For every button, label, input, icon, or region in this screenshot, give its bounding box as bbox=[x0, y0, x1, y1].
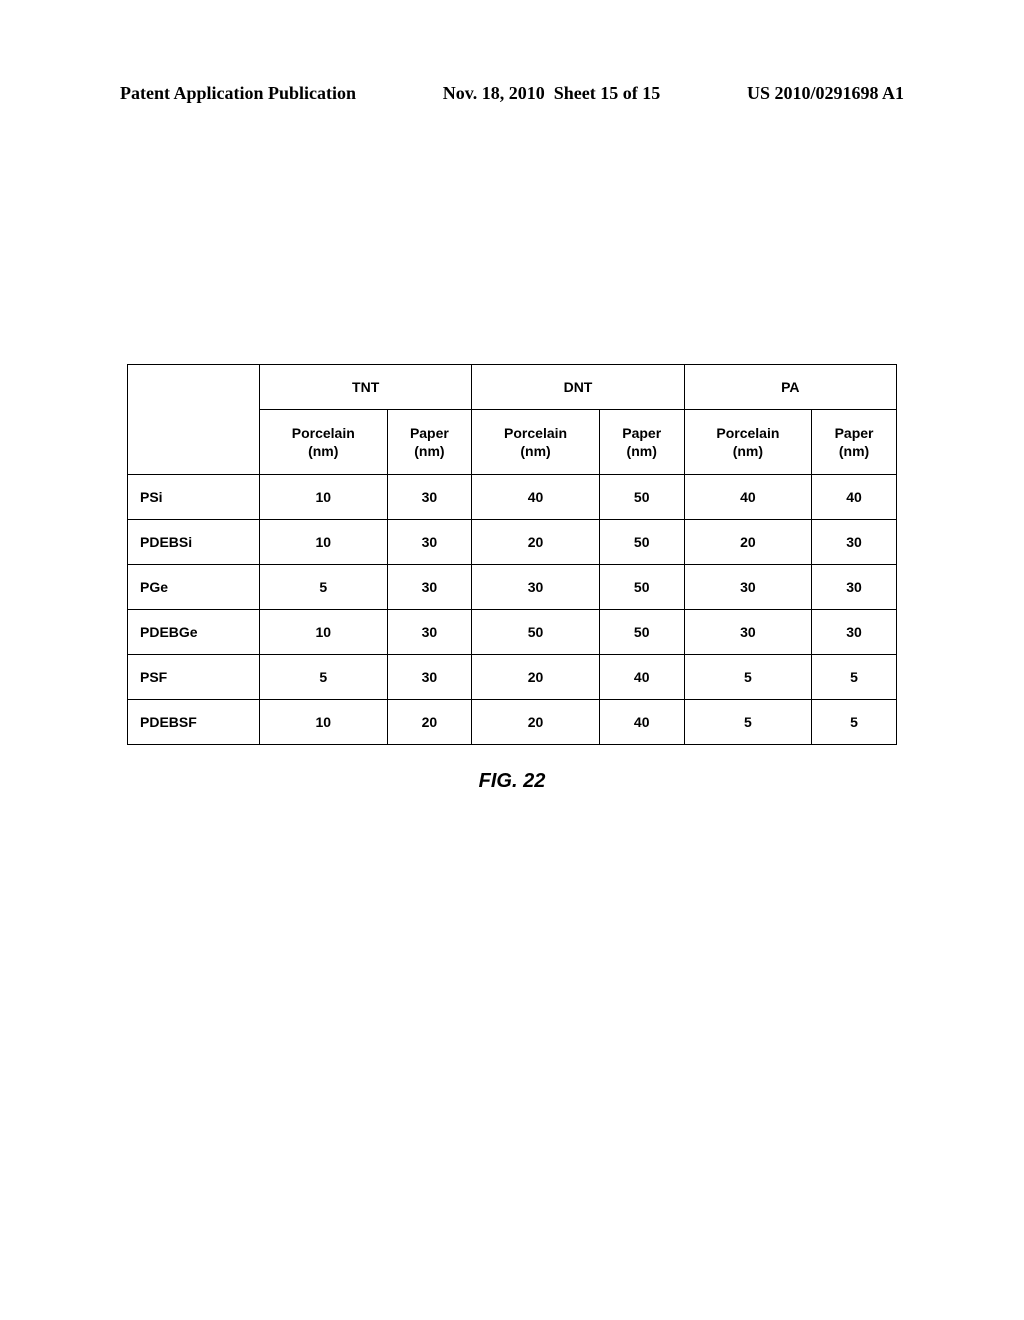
table-cell: 50 bbox=[472, 610, 600, 655]
table-cell: 30 bbox=[387, 475, 472, 520]
table-row: PGe 5 30 30 50 30 30 bbox=[128, 565, 897, 610]
table-cell: 50 bbox=[599, 520, 684, 565]
table-cell: 20 bbox=[387, 700, 472, 745]
table-cell: 40 bbox=[472, 475, 600, 520]
figure-caption: FIG. 22 bbox=[0, 770, 1024, 793]
table-cell: 10 bbox=[260, 700, 388, 745]
table-cell: 40 bbox=[599, 655, 684, 700]
table-cell: 40 bbox=[684, 475, 812, 520]
table-cell: 30 bbox=[812, 610, 897, 655]
sub-header-3: Paper(nm) bbox=[599, 410, 684, 475]
table-row: PSi 10 30 40 50 40 40 bbox=[128, 475, 897, 520]
data-table: TNT DNT PA Porcelain(nm) Paper(nm) Porce… bbox=[127, 364, 897, 745]
table-row: PDEBSi 10 30 20 50 20 30 bbox=[128, 520, 897, 565]
table-cell: 20 bbox=[472, 520, 600, 565]
table-cell: 30 bbox=[684, 610, 812, 655]
table-cell: 40 bbox=[599, 700, 684, 745]
table-cell: 5 bbox=[684, 655, 812, 700]
table-cell: 30 bbox=[812, 565, 897, 610]
row-label: PSi bbox=[128, 475, 260, 520]
table-cell: 30 bbox=[387, 610, 472, 655]
table-row: PSF 5 30 20 40 5 5 bbox=[128, 655, 897, 700]
table-cell: 20 bbox=[684, 520, 812, 565]
sub-header-5: Paper(nm) bbox=[812, 410, 897, 475]
date-text: Nov. 18, 2010 bbox=[443, 83, 545, 103]
table-cell: 30 bbox=[387, 565, 472, 610]
publication-type: Patent Application Publication bbox=[120, 83, 356, 104]
table-cell: 10 bbox=[260, 520, 388, 565]
row-label-header-blank bbox=[128, 365, 260, 475]
table-group-header-row: TNT DNT PA bbox=[128, 365, 897, 410]
table-cell: 30 bbox=[684, 565, 812, 610]
table-cell: 20 bbox=[472, 700, 600, 745]
row-label: PDEBGe bbox=[128, 610, 260, 655]
publication-date: Nov. 18, 2010 Sheet 15 of 15 bbox=[443, 83, 661, 104]
table-row: PDEBSF 10 20 20 40 5 5 bbox=[128, 700, 897, 745]
row-label: PDEBSi bbox=[128, 520, 260, 565]
group-header-pa: PA bbox=[684, 365, 896, 410]
table-cell: 30 bbox=[812, 520, 897, 565]
table-row: PDEBGe 10 30 50 50 30 30 bbox=[128, 610, 897, 655]
table-cell: 5 bbox=[812, 700, 897, 745]
table-cell: 50 bbox=[599, 565, 684, 610]
table-cell: 50 bbox=[599, 475, 684, 520]
table-cell: 30 bbox=[387, 655, 472, 700]
row-label: PGe bbox=[128, 565, 260, 610]
group-header-dnt: DNT bbox=[472, 365, 684, 410]
row-label: PSF bbox=[128, 655, 260, 700]
sheet-text: Sheet 15 of 15 bbox=[554, 83, 661, 103]
page-header: Patent Application Publication Nov. 18, … bbox=[0, 83, 1024, 104]
table-cell: 5 bbox=[812, 655, 897, 700]
table-cell: 10 bbox=[260, 475, 388, 520]
sub-header-2: Porcelain(nm) bbox=[472, 410, 600, 475]
table-cell: 5 bbox=[684, 700, 812, 745]
table-cell: 5 bbox=[260, 655, 388, 700]
table-cell: 30 bbox=[387, 520, 472, 565]
publication-number: US 2010/0291698 A1 bbox=[747, 83, 904, 104]
table-cell: 20 bbox=[472, 655, 600, 700]
sub-header-1: Paper(nm) bbox=[387, 410, 472, 475]
table-cell: 10 bbox=[260, 610, 388, 655]
row-label: PDEBSF bbox=[128, 700, 260, 745]
group-header-tnt: TNT bbox=[260, 365, 472, 410]
table-cell: 40 bbox=[812, 475, 897, 520]
table-cell: 50 bbox=[599, 610, 684, 655]
sub-header-4: Porcelain(nm) bbox=[684, 410, 812, 475]
table-cell: 30 bbox=[472, 565, 600, 610]
table-cell: 5 bbox=[260, 565, 388, 610]
data-table-container: TNT DNT PA Porcelain(nm) Paper(nm) Porce… bbox=[127, 364, 897, 745]
sub-header-0: Porcelain(nm) bbox=[260, 410, 388, 475]
